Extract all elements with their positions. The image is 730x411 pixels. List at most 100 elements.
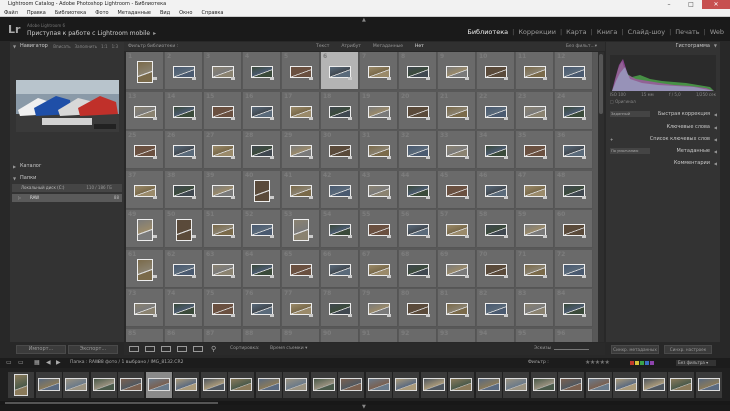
filter-attribute[interactable]: Атрибут (341, 42, 361, 51)
filter-metadata[interactable]: Метаданные (373, 42, 403, 51)
source-label[interactable]: Папка : RAW (70, 360, 99, 365)
grid-cell[interactable]: 60 (555, 210, 593, 248)
forward-arrow-icon[interactable]: ▶ (56, 359, 61, 366)
comments-header[interactable]: Комментарии ◀ (606, 159, 720, 168)
thumbnail-size-slider[interactable] (554, 349, 589, 350)
grid-cell[interactable]: 39 (204, 170, 242, 209)
grid-cell[interactable]: 24 (555, 91, 593, 130)
sync-settings-button[interactable]: Синхр. настроек (664, 345, 712, 354)
grid-cell[interactable]: 53 (282, 210, 320, 248)
filter-text[interactable]: Текст (316, 42, 329, 51)
grid-cell[interactable]: 74 (165, 289, 203, 327)
filmstrip-thumbnail[interactable] (613, 372, 639, 398)
color-purple-filter[interactable] (650, 361, 654, 365)
grid-cell[interactable]: 20 (399, 91, 437, 130)
maximize-button[interactable]: □ (680, 0, 702, 9)
grid-cell[interactable]: 17 (282, 91, 320, 130)
filmstrip-thumbnail[interactable] (530, 372, 557, 398)
grid-cell[interactable]: 35 (516, 131, 554, 169)
grid-cell[interactable]: 76 (243, 289, 281, 327)
grid-cell[interactable]: 58 (477, 210, 515, 248)
grid-cell[interactable]: 62 (165, 249, 203, 288)
histogram-title[interactable]: Гистограмма (676, 43, 711, 49)
grid-cell[interactable]: 75 (204, 289, 242, 327)
grid-cell[interactable]: 10 (477, 52, 515, 90)
grid-cell[interactable]: 51 (204, 210, 242, 248)
grid-cell[interactable]: 87 (204, 328, 242, 342)
filmstrip-thumbnail[interactable] (695, 372, 722, 398)
filmstrip-thumbnail[interactable] (503, 372, 529, 398)
module-book[interactable]: Книга (597, 28, 618, 36)
color-red-filter[interactable] (630, 361, 634, 365)
grid-cell[interactable]: 38 (165, 170, 203, 209)
grid-cell[interactable]: 63 (204, 249, 242, 288)
monitor-1-icon[interactable]: ▭ (6, 359, 12, 366)
menu-edit[interactable]: Правка (27, 9, 46, 16)
menu-window[interactable]: Окно (179, 9, 192, 16)
quick-develop-header[interactable]: Заданный Быстрая коррекция ◀ (606, 110, 720, 119)
grid-cell[interactable]: 41 (282, 170, 320, 209)
module-develop[interactable]: Коррекции (518, 28, 556, 36)
grid-cell[interactable]: 69 (438, 249, 476, 288)
filmstrip-thumbnail[interactable] (173, 372, 199, 398)
grid-cell[interactable]: 84 (555, 289, 593, 327)
menu-view[interactable]: Вид (160, 9, 170, 16)
filmstrip-thumbnail[interactable] (585, 372, 612, 398)
module-web[interactable]: Web (710, 28, 724, 36)
grid-cell[interactable]: 48 (555, 170, 593, 209)
grid-view-icon[interactable] (129, 346, 139, 352)
grid-cell[interactable]: 16 (243, 91, 281, 130)
grid-cell[interactable]: 52 (243, 210, 281, 248)
grid-cell[interactable]: 28 (243, 131, 281, 169)
grid-cell[interactable]: 92 (399, 328, 437, 342)
grid-cell[interactable]: 18 (321, 91, 359, 130)
grid-cell[interactable]: 50 (165, 210, 203, 248)
photo-thumbnail[interactable] (176, 219, 192, 241)
grid-cell[interactable]: 13 (126, 91, 164, 130)
grid-cell[interactable]: 73 (126, 289, 164, 327)
loupe-view-icon[interactable] (145, 346, 155, 352)
rating-filter-stars[interactable]: ★★★★★ (585, 359, 610, 366)
filter-select[interactable]: Без фильтра ▾ (676, 360, 716, 366)
filmstrip-thumbnail[interactable] (283, 372, 309, 398)
filmstrip-thumbnail[interactable] (393, 372, 419, 398)
metadata-header[interactable]: По умолчанию Метаданные ◀ (606, 147, 720, 156)
grid-cell[interactable]: 67 (360, 249, 398, 288)
navigator-preview-image[interactable] (16, 80, 119, 132)
color-label-filter[interactable] (630, 361, 655, 365)
original-photo-checkbox[interactable]: □ Оригинал (610, 99, 636, 104)
menu-file[interactable]: Файл (4, 9, 18, 16)
close-button[interactable]: ✕ (702, 0, 730, 9)
grid-cell[interactable]: 23 (516, 91, 554, 130)
grid-cell[interactable]: 22 (477, 91, 515, 130)
grid-cell[interactable]: 33 (438, 131, 476, 169)
grid-cell[interactable]: 11 (516, 52, 554, 90)
color-green-filter[interactable] (640, 361, 644, 365)
grid-cell[interactable]: 6 (321, 52, 359, 90)
mobile-link[interactable]: Приступая к работе с Lightroom mobile ▸ (27, 30, 156, 37)
metadata-preset-select[interactable]: По умолчанию (610, 148, 650, 154)
grid-cell[interactable]: 45 (438, 170, 476, 209)
module-print[interactable]: Печать (675, 28, 699, 36)
grid-cell[interactable]: 40 (243, 170, 281, 209)
grid-cell[interactable]: 56 (399, 210, 437, 248)
minimize-button[interactable]: – (658, 0, 680, 9)
collapse-bottom-icon[interactable]: ▼ (362, 404, 366, 410)
compare-view-icon[interactable] (161, 346, 171, 352)
export-button[interactable]: Экспорт... (68, 345, 118, 354)
grid-cell[interactable]: 30 (321, 131, 359, 169)
grid-cell[interactable]: 89 (282, 328, 320, 342)
filter-preset-select[interactable]: Без фильт...▾ (566, 42, 597, 51)
grid-cell[interactable]: 9 (438, 52, 476, 90)
grid-cell[interactable]: 37 (126, 170, 164, 209)
sync-metadata-button[interactable]: Синхр. метаданных (611, 345, 659, 354)
photo-thumbnail[interactable] (137, 258, 153, 281)
filmstrip-thumbnail[interactable] (420, 372, 447, 398)
filmstrip-thumbnail[interactable] (90, 372, 117, 398)
grid-cell[interactable]: 34 (477, 131, 515, 169)
filmstrip-thumbnail[interactable] (668, 372, 694, 398)
grid-cell[interactable]: 78 (321, 289, 359, 327)
photo-thumbnail[interactable] (254, 179, 270, 202)
grid-cell[interactable]: 96 (555, 328, 593, 342)
filmstrip-thumbnail[interactable] (558, 372, 584, 398)
